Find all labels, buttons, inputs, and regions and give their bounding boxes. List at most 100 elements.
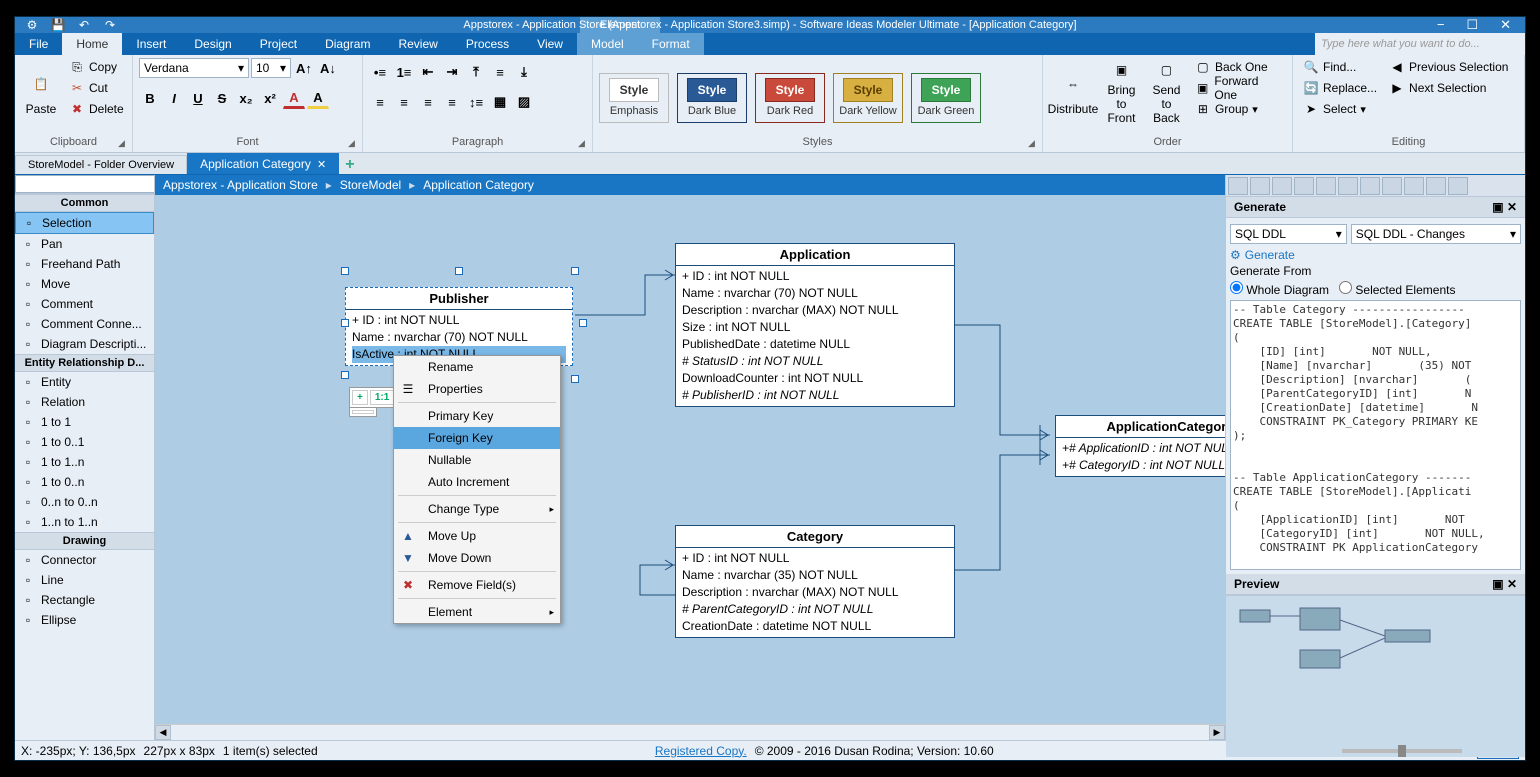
distribute-button[interactable]: ⇔Distribute — [1049, 57, 1097, 127]
tool-comment[interactable]: ▫Comment — [15, 294, 154, 314]
tool-move[interactable]: ▫Move — [15, 274, 154, 294]
entity-row[interactable]: Name : nvarchar (70) NOT NULL — [682, 285, 948, 302]
find-button[interactable]: 🔍Find... — [1299, 57, 1381, 77]
ctx-move-up[interactable]: ▲Move Up — [394, 525, 560, 547]
breadcrumb-item[interactable]: Appstorex - Application Store — [163, 178, 318, 192]
relationship-cardinality[interactable]: + 1:1 — [349, 387, 397, 408]
selection-handle[interactable] — [455, 267, 463, 275]
bullets-button[interactable]: •≡ — [369, 61, 391, 83]
canvas-hscrollbar[interactable]: ◀ ▶ — [155, 724, 1225, 740]
next-selection-button[interactable]: ▶Next Selection — [1385, 78, 1512, 98]
menu-view[interactable]: View — [523, 33, 577, 55]
font-color-button[interactable]: A — [283, 87, 305, 109]
tool-ellipse[interactable]: ▫Ellipse — [15, 610, 154, 630]
group-button[interactable]: ⊞Group ▾ — [1191, 99, 1286, 119]
align-justify-button[interactable]: ≡ — [441, 91, 463, 113]
align-left-button[interactable]: ≡ — [369, 91, 391, 113]
generate-link[interactable]: ⚙Generate — [1230, 246, 1521, 264]
send-to-back-button[interactable]: ▢Send to Back — [1146, 57, 1187, 127]
tell-me-search[interactable]: Type here what you want to do... — [1315, 33, 1525, 55]
paragraph-launcher[interactable]: ◢ — [578, 138, 590, 150]
menu-format[interactable]: Format — [638, 33, 704, 55]
grow-font-button[interactable]: A↑ — [293, 57, 315, 79]
shrink-font-button[interactable]: A↓ — [317, 57, 339, 79]
generated-code-box[interactable]: -- Table Category ----------------- CREA… — [1230, 300, 1521, 570]
undo-icon[interactable]: ↶ — [75, 18, 93, 32]
ctx-primary-key[interactable]: Primary Key — [394, 405, 560, 427]
entity-appcategory[interactable]: ApplicationCategory +# ApplicationID : i… — [1055, 415, 1225, 477]
valign-mid-button[interactable]: ≡ — [489, 61, 511, 83]
bold-button[interactable]: B — [139, 87, 161, 109]
radio-whole-diagram[interactable]: Whole Diagram — [1230, 281, 1329, 297]
rp-btn-4[interactable] — [1294, 177, 1314, 195]
font-size-combo[interactable]: 10▾ — [251, 58, 291, 78]
styles-launcher[interactable]: ◢ — [1028, 138, 1040, 150]
selection-handle[interactable] — [571, 375, 579, 383]
entity-row[interactable]: PublishedDate : datetime NULL — [682, 336, 948, 353]
tool-comment-conne-[interactable]: ▫Comment Conne... — [15, 314, 154, 334]
toolgroup-common-header[interactable]: Common — [15, 194, 154, 212]
ctx-remove-fields[interactable]: ✖Remove Field(s) — [394, 574, 560, 596]
doctab-storemodel[interactable]: StoreModel - Folder Overview — [15, 155, 187, 174]
rp-btn-10[interactable] — [1426, 177, 1446, 195]
rp-btn-1[interactable] — [1228, 177, 1248, 195]
registered-copy-link[interactable]: Registered Copy. — [655, 744, 747, 758]
prev-selection-button[interactable]: ◀Previous Selection — [1385, 57, 1512, 77]
subscript-button[interactable]: x₂ — [235, 87, 257, 109]
indent-button[interactable]: ⇥ — [441, 61, 463, 83]
entity-row[interactable]: + ID : int NOT NULL — [352, 312, 566, 329]
relationship-extra[interactable] — [349, 407, 377, 417]
save-icon[interactable]: 💾 — [49, 18, 67, 32]
tool-1-to-0-1[interactable]: ▫1 to 0..1 — [15, 432, 154, 452]
entity-row[interactable]: # StatusID : int NOT NULL — [682, 353, 948, 370]
menu-review[interactable]: Review — [384, 33, 451, 55]
rp-btn-11[interactable] — [1448, 177, 1468, 195]
generate-mode-combo[interactable]: SQL DDL - Changes▾ — [1351, 224, 1521, 244]
menu-model[interactable]: Model — [577, 33, 638, 55]
entity-row[interactable]: DownloadCounter : int NOT NULL — [682, 370, 948, 387]
entity-row[interactable]: Description : nvarchar (MAX) NOT NULL — [682, 584, 948, 601]
toolbox-search-input[interactable] — [15, 175, 155, 193]
line-spacing-button[interactable]: ↕≡ — [465, 91, 487, 113]
replace-button[interactable]: 🔄Replace... — [1299, 78, 1381, 98]
selection-handle[interactable] — [341, 319, 349, 327]
outdent-button[interactable]: ⇤ — [417, 61, 439, 83]
tool-1-to-0-n[interactable]: ▫1 to 0..n — [15, 472, 154, 492]
menu-insert[interactable]: Insert — [122, 33, 180, 55]
rp-btn-5[interactable] — [1316, 177, 1336, 195]
tool-rectangle[interactable]: ▫Rectangle — [15, 590, 154, 610]
clipboard-launcher[interactable]: ◢ — [118, 138, 130, 150]
font-launcher[interactable]: ◢ — [348, 138, 360, 150]
entity-category[interactable]: Category + ID : int NOT NULLName : nvarc… — [675, 525, 955, 638]
shading-button[interactable]: ▨ — [513, 91, 535, 113]
toolgroup-drawing-header[interactable]: Drawing — [15, 532, 154, 550]
superscript-button[interactable]: x² — [259, 87, 281, 109]
entity-application[interactable]: Application + ID : int NOT NULLName : nv… — [675, 243, 955, 407]
rp-btn-9[interactable] — [1404, 177, 1424, 195]
entity-row[interactable]: +# CategoryID : int NOT NULL — [1062, 457, 1225, 474]
tool-1-to-1[interactable]: ▫1 to 1 — [15, 412, 154, 432]
entity-row[interactable]: + ID : int NOT NULL — [682, 550, 948, 567]
tool-diagram-descripti-[interactable]: ▫Diagram Descripti... — [15, 334, 154, 354]
entity-row[interactable]: Name : nvarchar (70) NOT NULL — [352, 329, 566, 346]
strike-button[interactable]: S — [211, 87, 233, 109]
style-dark-green[interactable]: StyleDark Green — [911, 73, 981, 123]
selection-handle[interactable] — [341, 267, 349, 275]
tool-0-n-to-0-n[interactable]: ▫0..n to 0..n — [15, 492, 154, 512]
rp-btn-2[interactable] — [1250, 177, 1270, 195]
doctab-appcategory[interactable]: Application Category ✕ — [187, 153, 339, 174]
tool-1-n-to-1-n[interactable]: ▫1..n to 1..n — [15, 512, 154, 532]
entity-row[interactable]: # ParentCategoryID : int NOT NULL — [682, 601, 948, 618]
entity-row[interactable]: CreationDate : datetime NOT NULL — [682, 618, 948, 635]
selection-handle[interactable] — [579, 319, 587, 327]
align-right-button[interactable]: ≡ — [417, 91, 439, 113]
generate-panel-header[interactable]: Generate▣ ✕ — [1226, 197, 1525, 218]
tool-entity[interactable]: ▫Entity — [15, 372, 154, 392]
select-button[interactable]: ➤Select ▾ — [1299, 99, 1381, 119]
rp-btn-6[interactable] — [1338, 177, 1358, 195]
highlight-button[interactable]: A — [307, 87, 329, 109]
valign-top-button[interactable]: ⤒ — [465, 61, 487, 83]
preview-panel-header[interactable]: Preview▣ ✕ — [1226, 574, 1525, 595]
style-emphasis[interactable]: StyleEmphasis — [599, 73, 669, 123]
close-button[interactable]: ✕ — [1500, 17, 1511, 33]
